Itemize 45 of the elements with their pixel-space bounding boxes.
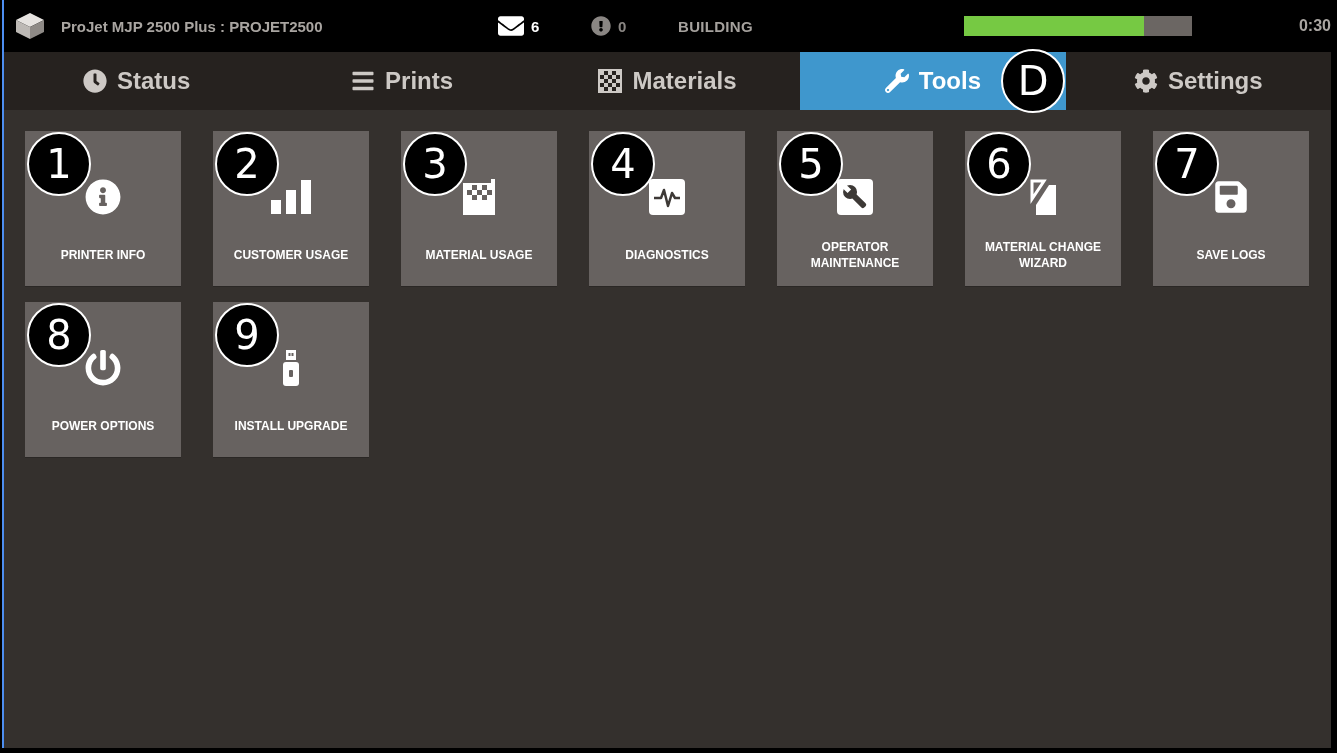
alert-icon [591, 16, 611, 36]
nav-tab[interactable]: Prints [269, 52, 535, 110]
wrench-icon [837, 179, 873, 215]
nav-tab[interactable]: Tools D [800, 52, 1066, 110]
tool-button[interactable]: 6 MATERIAL CHANGE WIZARD [965, 131, 1121, 286]
callout-marker: 5 [779, 132, 843, 196]
tool-button[interactable]: 3 MATERIAL USAGE [401, 131, 557, 286]
wrench-icon [884, 69, 909, 93]
usb-stick-icon [283, 350, 299, 386]
list-icon [351, 69, 376, 93]
nav-tab[interactable]: Settings [1065, 52, 1331, 110]
envelope-icon [498, 13, 524, 39]
checkerboard-icon [598, 69, 623, 93]
callout-marker: 4 [591, 132, 655, 196]
callout-marker: 1 [27, 132, 91, 196]
tool-button[interactable]: 2 CUSTOMER USAGE [213, 131, 369, 286]
power-icon [85, 350, 121, 386]
checkered-container-icon [463, 179, 495, 215]
tool-button[interactable]: 8 POWER OPTIONS [25, 302, 181, 457]
alert-count: 0 [618, 17, 627, 35]
callout-marker: D [1001, 49, 1066, 113]
callout-marker: 6 [967, 132, 1031, 196]
nav-tab[interactable]: Status [4, 52, 270, 110]
printer-title: ProJet MJP 2500 Plus : PROJET2500 [61, 17, 324, 35]
pulse-icon [649, 179, 685, 215]
callout-marker: 3 [403, 132, 467, 196]
tool-button[interactable]: 7 SAVE LOGS [1153, 131, 1309, 286]
logo-icon [14, 11, 46, 41]
split-shape-icon [1030, 179, 1056, 215]
callout-marker: 8 [27, 303, 91, 367]
message-count: 6 [531, 17, 540, 35]
settings-icon [1133, 69, 1158, 93]
nav-tab[interactable]: Materials [534, 52, 801, 110]
time-remaining: 0:30 [1298, 17, 1331, 35]
tool-button[interactable]: 9 INSTALL UPGRADE [213, 302, 369, 457]
printer-status: BUILDING [678, 17, 754, 35]
info-icon [85, 179, 121, 215]
callout-marker: 2 [215, 132, 279, 196]
bar-chart-icon [271, 180, 311, 214]
callout-marker: 9 [215, 303, 279, 367]
tool-button[interactable]: 1 PRINTER INFO [25, 131, 181, 286]
tool-button[interactable]: 4 DIAGNOSTICS [589, 131, 745, 286]
tool-button[interactable]: 5 OPERATOR MAINTENANCE [777, 131, 933, 286]
clock-icon [83, 69, 107, 93]
callout-marker: 7 [1155, 132, 1219, 196]
